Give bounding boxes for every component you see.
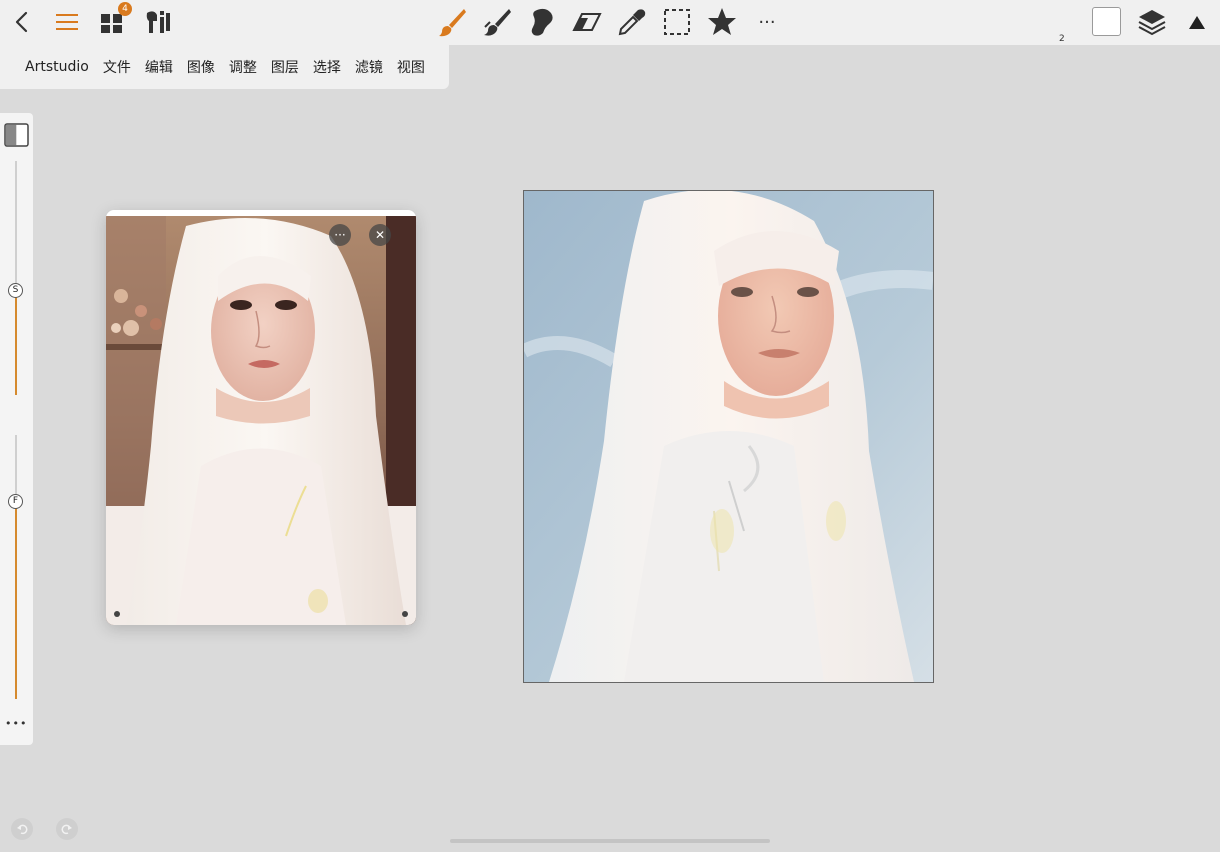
selection-tool[interactable] [659, 4, 695, 40]
hamburger-menu-icon [56, 14, 78, 30]
triangle-up-icon [1189, 16, 1205, 29]
smudge-brush-icon [484, 9, 511, 36]
flow-slider-knob[interactable]: F [8, 494, 23, 509]
menu-edit[interactable]: 编辑 [145, 57, 173, 77]
undo-button[interactable] [11, 818, 33, 840]
chevron-left-icon [15, 11, 28, 33]
reference-photo [106, 216, 416, 625]
flow-slider-fill [15, 501, 17, 699]
layer-count: 2 [1059, 34, 1065, 44]
menu-adjust[interactable]: 调整 [229, 57, 257, 77]
resize-handle-right[interactable] [402, 611, 408, 617]
size-slider-fill [15, 289, 17, 395]
eyedropper-icon [618, 9, 646, 36]
brush-library-icon [146, 11, 170, 33]
eyedropper-tool[interactable] [614, 4, 650, 40]
drawing-canvas[interactable] [523, 190, 934, 683]
menu-artstudio[interactable]: Artstudio [25, 59, 89, 75]
reference-image-panel[interactable]: ··· ✕ [106, 210, 416, 625]
menu-view[interactable]: 视图 [397, 57, 425, 77]
reference-close-button[interactable]: ✕ [369, 224, 391, 246]
favorites-star-icon [708, 8, 736, 35]
paintbrush-icon [439, 9, 466, 37]
blob-brush-tool[interactable] [524, 4, 560, 40]
resize-handle-left[interactable] [114, 611, 120, 617]
undo-icon [17, 824, 28, 835]
more-icon: ··· [758, 11, 776, 33]
painting-artwork [524, 191, 933, 682]
redo-icon [61, 824, 72, 835]
favorites-tool[interactable] [704, 4, 740, 40]
selection-icon [664, 9, 690, 35]
more-icon: ··· [334, 228, 346, 242]
menu-bar: Artstudio 文件 编辑 图像 调整 图层 选择 滤镜 视图 [0, 45, 449, 89]
home-indicator [450, 839, 770, 843]
blob-brush-icon [531, 8, 553, 36]
more-tools-button[interactable]: ··· [749, 4, 785, 40]
layers-button[interactable] [1134, 4, 1170, 40]
paintbrush-tool[interactable] [434, 4, 470, 40]
eraser-tool[interactable] [569, 4, 605, 40]
brush-more-icon[interactable]: ••• [5, 717, 27, 730]
reference-more-button[interactable]: ··· [329, 224, 351, 246]
brush-library-button[interactable] [140, 4, 176, 40]
menu-file[interactable]: 文件 [103, 57, 131, 77]
main-menu-button[interactable] [49, 4, 85, 40]
top-toolbar: 4 ··· 2 [0, 0, 1220, 45]
split-view-button[interactable] [4, 123, 29, 151]
menu-filter[interactable]: 滤镜 [355, 57, 383, 77]
gallery-button[interactable]: 4 [94, 2, 132, 40]
redo-button[interactable] [56, 818, 78, 840]
smudge-brush-tool[interactable] [479, 4, 515, 40]
brush-settings-sidebar: S F ••• [0, 113, 33, 745]
menu-image[interactable]: 图像 [187, 57, 215, 77]
close-icon: ✕ [374, 228, 386, 242]
collapse-toolbar-button[interactable] [1179, 4, 1215, 40]
back-button[interactable] [4, 4, 40, 40]
layers-icon [1138, 10, 1166, 36]
color-swatch[interactable] [1092, 7, 1121, 36]
split-view-icon [4, 123, 29, 147]
menu-select[interactable]: 选择 [313, 57, 341, 77]
menu-layer[interactable]: 图层 [271, 57, 299, 77]
gallery-count-badge: 4 [118, 2, 132, 16]
size-slider-knob[interactable]: S [8, 282, 23, 298]
eraser-icon [572, 13, 602, 31]
